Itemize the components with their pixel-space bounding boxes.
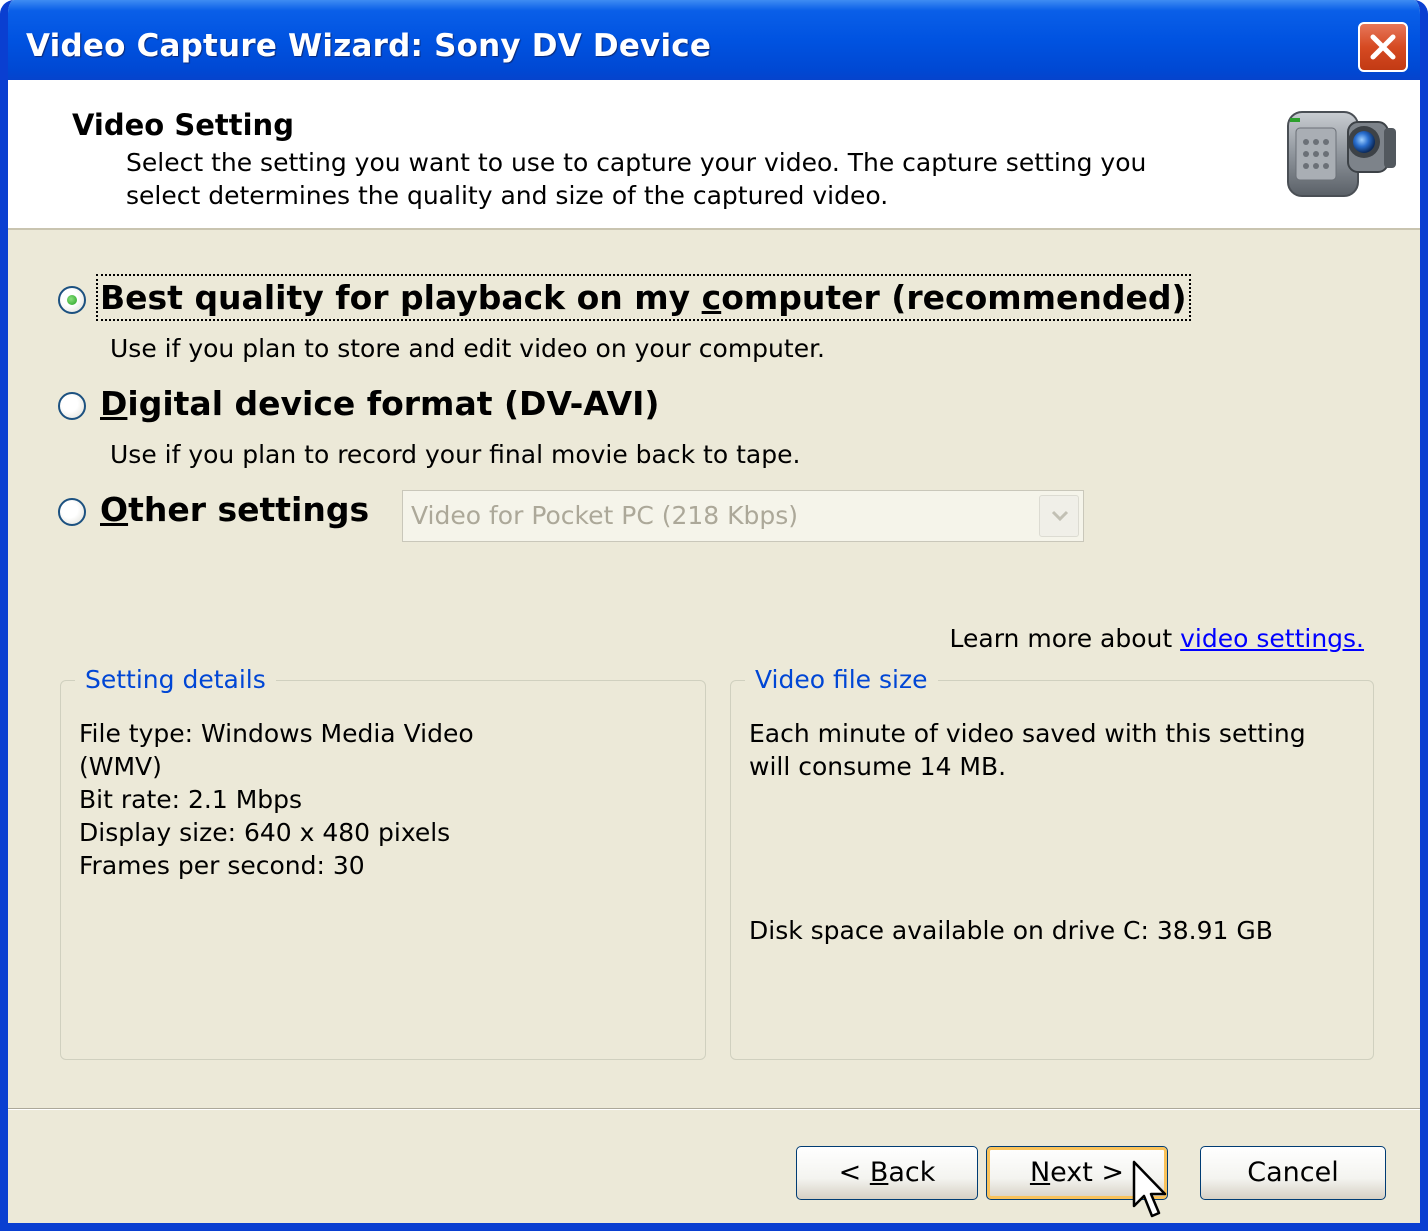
- video-settings-link[interactable]: video settings.: [1180, 624, 1364, 653]
- option-other-settings[interactable]: Other settings: [58, 490, 378, 536]
- window-title: Video Capture Wizard: Sony DV Device: [26, 28, 712, 64]
- option-best-quality[interactable]: Best quality for playback on my computer…: [58, 274, 1191, 324]
- learn-more-prefix: Learn more about: [949, 624, 1181, 653]
- video-file-size-text: Each minute of video saved with this set…: [749, 717, 1306, 783]
- disk-space-text: Disk space available on drive C: 38.91 G…: [749, 916, 1273, 945]
- page-title: Video Setting: [72, 108, 294, 142]
- page-description: Select the setting you want to use to ca…: [126, 148, 1147, 210]
- file-size-line: will consume 14 MB.: [749, 752, 1007, 781]
- detail-line: Bit rate: 2.1 Mbps: [79, 785, 303, 814]
- setting-details-group: Setting details File type: Windows Media…: [60, 665, 706, 1060]
- back-button[interactable]: < Back: [796, 1146, 978, 1200]
- close-icon: [1370, 34, 1396, 60]
- wizard-header: Video Setting Select the setting you wan…: [8, 80, 1420, 230]
- setting-details-text: File type: Windows Media Video (WMV) Bit…: [79, 717, 474, 882]
- button-separator: [8, 1108, 1420, 1110]
- cancel-button[interactable]: Cancel: [1200, 1146, 1386, 1200]
- detail-line: File type: Windows Media Video: [79, 719, 474, 748]
- other-settings-value: Video for Pocket PC (218 Kbps): [411, 501, 799, 530]
- detail-line: Display size: 640 x 480 pixels: [79, 818, 451, 847]
- wizard-window: Video Capture Wizard: Sony DV Device Vid…: [0, 0, 1428, 1231]
- detail-line: (WMV): [79, 752, 162, 781]
- learn-more-text: Learn more about video settings.: [950, 624, 1364, 653]
- title-bar[interactable]: Video Capture Wizard: Sony DV Device: [8, 0, 1420, 88]
- mouse-pointer-icon: [1132, 1160, 1167, 1218]
- option-digital-device-description: Use if you plan to record your final mov…: [110, 440, 801, 469]
- file-size-line: Each minute of video saved with this set…: [749, 719, 1306, 748]
- other-settings-dropdown[interactable]: Video for Pocket PC (218 Kbps): [402, 490, 1084, 542]
- radio-selected-dot: [67, 295, 77, 305]
- video-file-size-group: Video file size Each minute of video sav…: [730, 665, 1374, 1060]
- dropdown-button[interactable]: [1039, 495, 1079, 537]
- radio-other-settings[interactable]: [58, 498, 86, 526]
- video-file-size-legend: Video file size: [745, 665, 938, 694]
- option-other-settings-label[interactable]: Other settings: [100, 490, 369, 529]
- option-best-quality-label[interactable]: Best quality for playback on my computer…: [96, 274, 1191, 321]
- close-button[interactable]: [1358, 22, 1408, 72]
- camcorder-icon: [1287, 111, 1396, 197]
- option-digital-device[interactable]: Digital device format (DV-AVI): [58, 384, 659, 430]
- radio-best-quality[interactable]: [58, 286, 86, 314]
- option-best-quality-description: Use if you plan to store and edit video …: [110, 334, 826, 363]
- detail-line: Frames per second: 30: [79, 851, 365, 880]
- option-digital-device-label[interactable]: Digital device format (DV-AVI): [100, 384, 659, 423]
- radio-digital-device[interactable]: [58, 392, 86, 420]
- chevron-down-icon: [1051, 510, 1069, 522]
- setting-details-legend: Setting details: [75, 665, 276, 694]
